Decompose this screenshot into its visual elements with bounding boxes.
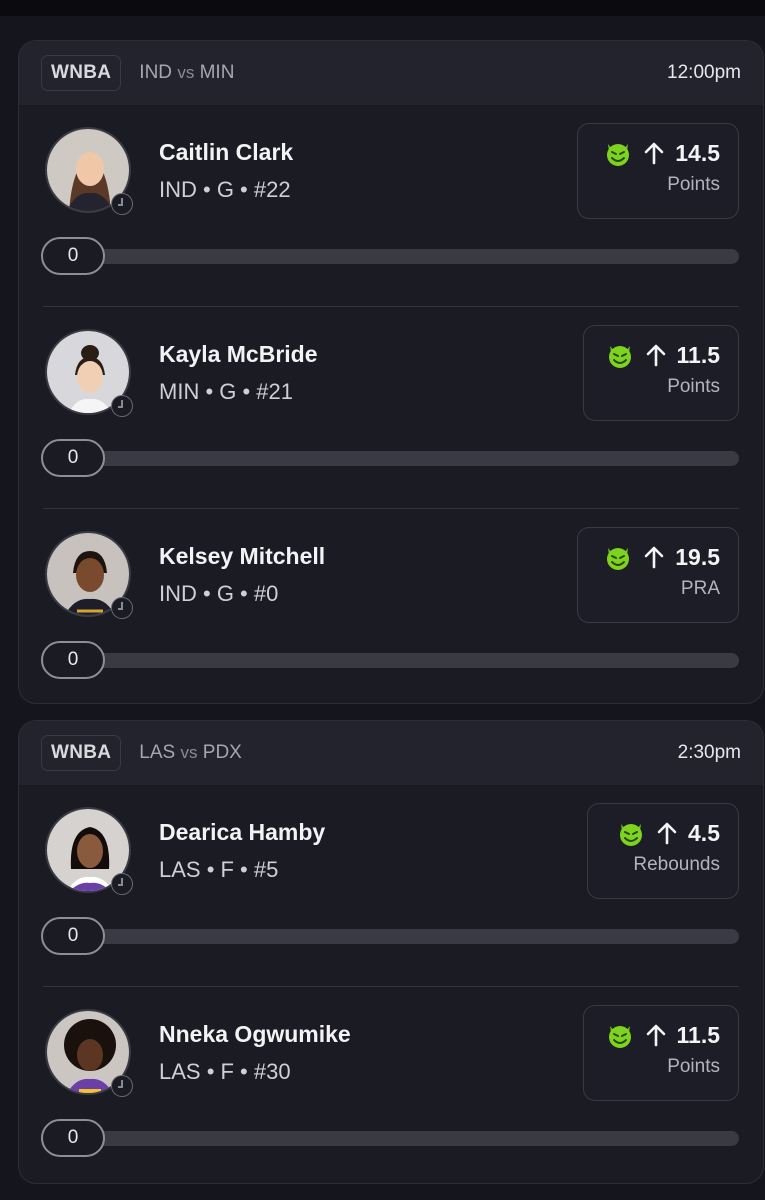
projection-line: 14.5	[675, 139, 720, 166]
arrow-up-icon	[646, 1024, 665, 1047]
progress-track	[81, 653, 739, 668]
progress-track	[81, 929, 739, 944]
player-name: Caitlin Clark	[159, 139, 294, 165]
clock-icon	[111, 597, 133, 619]
stat-type: PRA	[680, 578, 720, 599]
stat-type: Points	[667, 1056, 720, 1077]
matchup-label: LAS vs PDX	[139, 742, 242, 763]
progress-bar: 0	[41, 1119, 739, 1159]
player-name: Kayla McBride	[159, 341, 318, 367]
devil-emoji-icon	[608, 1026, 631, 1048]
player-name: Kelsey Mitchell	[159, 543, 326, 569]
progress-track	[81, 1131, 739, 1146]
player-name: Dearica Hamby	[159, 819, 326, 845]
stat-type: Points	[667, 376, 720, 397]
player-meta: LAS • F • #5	[159, 857, 279, 882]
progress-bar: 0	[41, 641, 739, 681]
game-header: WNBA LAS vs PDX 2:30pm	[19, 721, 763, 785]
status-bar	[0, 0, 765, 16]
player-row[interactable]: Dearica Hamby LAS • F • #5 4.5 Rebounds …	[19, 785, 763, 987]
league-badge: WNBA	[41, 55, 122, 91]
matchup-label: IND vs MIN	[139, 62, 235, 83]
arrow-up-icon	[646, 344, 665, 367]
game-time: 2:30pm	[677, 742, 741, 763]
progress-count: 0	[41, 237, 105, 275]
arrow-up-icon	[644, 142, 664, 165]
player-meta: IND • G • #0	[159, 581, 279, 606]
game-card: WNBA IND vs MIN 12:00pm Caitlin Clark IN…	[18, 40, 764, 704]
progress-count: 0	[41, 439, 105, 477]
player-meta: IND • G • #22	[159, 177, 291, 202]
clock-icon	[111, 873, 133, 895]
progress-count: 0	[41, 1119, 105, 1157]
clock-icon	[111, 193, 133, 215]
projection-button[interactable]: 14.5 Points	[577, 123, 739, 219]
arrow-up-icon	[644, 546, 664, 569]
game-card: WNBA LAS vs PDX 2:30pm Dearica Hamby LAS…	[18, 720, 764, 1184]
projection-line: 11.5	[676, 1021, 721, 1048]
clock-icon	[111, 1075, 133, 1097]
projection-line: 4.5	[688, 819, 720, 846]
player-name: Nneka Ogwumike	[159, 1021, 351, 1047]
game-time: 12:00pm	[667, 62, 741, 83]
devil-emoji-icon	[620, 824, 643, 846]
player-meta: MIN • G • #21	[159, 379, 293, 404]
player-meta: LAS • F • #30	[159, 1059, 291, 1084]
clock-icon	[111, 395, 133, 417]
projection-line: 19.5	[675, 543, 720, 570]
game-header: WNBA IND vs MIN 12:00pm	[19, 41, 763, 105]
projection-button[interactable]: 11.5 Points	[583, 325, 739, 421]
player-row[interactable]: Nneka Ogwumike LAS • F • #30 11.5 Points…	[19, 987, 763, 1183]
stat-type: Rebounds	[633, 854, 720, 875]
devil-emoji-icon	[607, 144, 630, 166]
projection-button[interactable]: 4.5 Rebounds	[587, 803, 739, 899]
projection-button[interactable]: 19.5 PRA	[577, 527, 739, 623]
devil-emoji-icon	[607, 548, 630, 570]
progress-track	[81, 249, 739, 264]
player-row[interactable]: Kelsey Mitchell IND • G • #0 19.5 PRA 0	[19, 509, 763, 703]
progress-count: 0	[41, 917, 105, 955]
progress-count: 0	[41, 641, 105, 679]
league-badge: WNBA	[41, 735, 122, 771]
player-row[interactable]: Kayla McBride MIN • G • #21 11.5 Points …	[19, 307, 763, 509]
progress-bar: 0	[41, 237, 739, 277]
progress-bar: 0	[41, 917, 739, 957]
devil-emoji-icon	[608, 346, 631, 368]
stat-type: Points	[667, 174, 720, 195]
projection-line: 11.5	[676, 341, 721, 368]
progress-bar: 0	[41, 439, 739, 479]
progress-track	[81, 451, 739, 466]
projection-button[interactable]: 11.5 Points	[583, 1005, 739, 1101]
arrow-up-icon	[657, 822, 677, 845]
player-row[interactable]: Caitlin Clark IND • G • #22 14.5 Points …	[19, 105, 763, 307]
